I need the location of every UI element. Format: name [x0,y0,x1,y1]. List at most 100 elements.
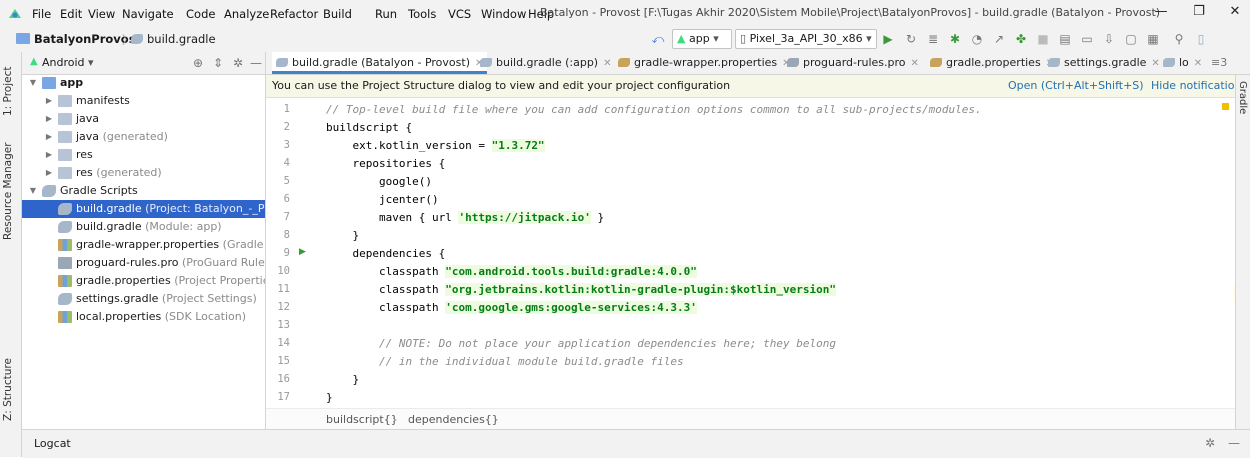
tree-item[interactable]: ▶ res (generated) [22,164,265,182]
tree-item[interactable]: gradle-wrapper.properties (Gradle Vers [22,236,265,254]
run-gutter-icon[interactable]: ▶ [299,247,306,257]
attach-debugger-icon[interactable]: ↗ [991,31,1007,47]
close-button[interactable]: ✕ [1224,4,1246,22]
editor-tab[interactable]: lo ✕ [1159,52,1206,74]
tree-item[interactable]: ▶ java (generated) [22,128,265,146]
account-icon[interactable]: ▯ [1193,31,1209,47]
editor-tab[interactable]: proguard-rules.pro ✕ [783,52,923,74]
logcat-title[interactable]: Logcat [34,437,71,450]
gear-icon[interactable]: ✲ [1202,435,1218,451]
line-number: 13 [277,319,290,331]
chevron-down-icon: ▾ [713,32,719,45]
android-icon: ▲ [677,32,686,45]
device-manager-icon[interactable]: ▭ [1079,31,1095,47]
maximize-button[interactable]: ❐ [1188,4,1210,22]
editor-tab[interactable]: settings.gradle ✕ [1044,52,1164,74]
inspection-status-marker[interactable] [1222,103,1229,110]
tree-item-label: Gradle Scripts [60,184,138,197]
code-line: } [326,373,360,386]
tree-item[interactable]: proguard-rules.pro (ProGuard Rules fo [22,254,265,272]
breadcrumb-buildscript[interactable]: buildscript{} [326,413,398,426]
open-project-structure-link[interactable]: Open (Ctrl+Alt+Shift+S) [1008,79,1144,92]
debug-icon[interactable]: ✱ [947,31,963,47]
expanded-arrow-icon[interactable]: ▼ [28,182,38,200]
tool-tab-structure[interactable]: Z: Structure [2,352,19,427]
tree-item[interactable]: ▶ res [22,146,265,164]
tree-item[interactable]: ▼ app [22,74,265,92]
collapse-all-icon[interactable]: ⇕ [210,55,226,71]
breadcrumb-dependencies[interactable]: dependencies{} [408,413,499,426]
run-config-select[interactable]: ▲ app ▾ [672,29,732,49]
close-tab-icon[interactable]: ✕ [603,58,611,69]
tree-item[interactable]: local.properties (SDK Location) [22,308,265,326]
editor-tab[interactable]: gradle-wrapper.properties✕ [614,52,795,74]
menu-code[interactable]: Code [186,6,215,22]
sdk-manager-icon[interactable]: ⇩ [1101,31,1117,47]
search-icon[interactable]: ⚲ [1171,31,1187,47]
menu-tools[interactable]: Tools [408,6,436,22]
tree-item[interactable]: ▶ java [22,110,265,128]
close-tab-icon[interactable]: ✕ [911,58,919,69]
tool-tab-gradle[interactable]: Gradle [1237,81,1248,114]
folder-icon [42,77,56,89]
tree-item[interactable]: ▼ Gradle Scripts [22,182,265,200]
tool-tab-project[interactable]: 1: Project [2,56,19,126]
project-panel-header: ▲ Android ▾ ⊕ ⇕ ✲ — [22,52,265,75]
hide-panel-icon[interactable]: — [248,55,264,71]
properties-file-icon [58,311,72,323]
apply-changes-icon[interactable]: ↻ [903,31,919,47]
collapsed-arrow-icon[interactable]: ▶ [44,164,54,182]
tree-item[interactable]: build.gradle (Module: app) [22,218,265,236]
tabs-overflow-button[interactable]: ≡3 [1211,52,1227,74]
menu-view[interactable]: View [88,6,115,22]
menu-run[interactable]: Run [375,6,397,22]
nav-project[interactable]: BatalyonProvos [34,32,136,46]
menu-build[interactable]: Build [323,6,352,22]
collapsed-arrow-icon[interactable]: ▶ [44,128,54,146]
tree-item[interactable]: build.gradle (Project: Batalyon_-_Provo [22,200,265,218]
gear-icon[interactable]: ✲ [230,55,246,71]
menu-file[interactable]: File [32,6,51,22]
menu-edit[interactable]: Edit [60,6,82,22]
run-icon[interactable]: ▶ [880,31,896,47]
gradle-icon [58,221,72,233]
editor-tab[interactable]: gradle.properties✕ [926,52,1058,74]
tree-item[interactable]: gradle.properties (Project Properties) [22,272,265,290]
tree-item-label: gradle.properties [76,274,171,287]
device-select[interactable]: ▯ Pixel_3a_API_30_x86 ▾ [735,29,877,49]
code-editor[interactable]: // Top-level build file where you can ad… [326,98,1234,408]
collapsed-arrow-icon[interactable]: ▶ [44,92,54,110]
hide-notification-link[interactable]: Hide notification [1151,79,1241,92]
minimize-button[interactable]: — [1150,4,1172,22]
close-tab-icon[interactable]: ✕ [1194,58,1202,69]
tree-item[interactable]: settings.gradle (Project Settings) [22,290,265,308]
tool-tab-resource-manager[interactable]: Resource Manager [2,136,19,246]
menu-navigate[interactable]: Navigate [122,6,174,22]
menu-vcs[interactable]: VCS [448,6,471,22]
menu-analyze[interactable]: Analyze [224,6,269,22]
locate-file-icon[interactable]: ⊕ [190,55,206,71]
nav-file[interactable]: build.gradle [147,32,216,46]
phone-icon: ▯ [740,32,747,45]
back-arrow-icon[interactable]: ⤺ [650,31,666,47]
tree-item-label: build.gradle [76,202,142,215]
view-mode-select[interactable]: Android ▾ [42,56,94,69]
expanded-arrow-icon[interactable]: ▼ [28,74,38,92]
menu-window[interactable]: Window [481,6,526,22]
editor-tab[interactable]: build.gradle (:app) ✕ [476,52,615,74]
sync-icon[interactable]: ✤ [1013,31,1029,47]
profile-icon[interactable]: ◔ [969,31,985,47]
hide-panel-icon[interactable]: — [1226,435,1242,451]
collapsed-arrow-icon[interactable]: ▶ [44,146,54,164]
apply-code-changes-icon[interactable]: ≣ [925,31,941,47]
menu-refactor[interactable]: Refactor [270,6,318,22]
tool-tab-gradle-label: Gradle [1237,81,1248,115]
editor-tab[interactable]: build.gradle (Batalyon - Provost)✕ [272,52,488,74]
layout-inspector-icon[interactable]: ▢ [1123,31,1139,47]
project-structure-icon[interactable]: ▦ [1145,31,1161,47]
collapsed-arrow-icon[interactable]: ▶ [44,110,54,128]
build-variants-icon[interactable]: ▤ [1057,31,1073,47]
tree-item[interactable]: ▶ manifests [22,92,265,110]
stop-icon[interactable]: ■ [1035,31,1051,47]
tree-item-label: proguard-rules.pro [76,256,179,269]
